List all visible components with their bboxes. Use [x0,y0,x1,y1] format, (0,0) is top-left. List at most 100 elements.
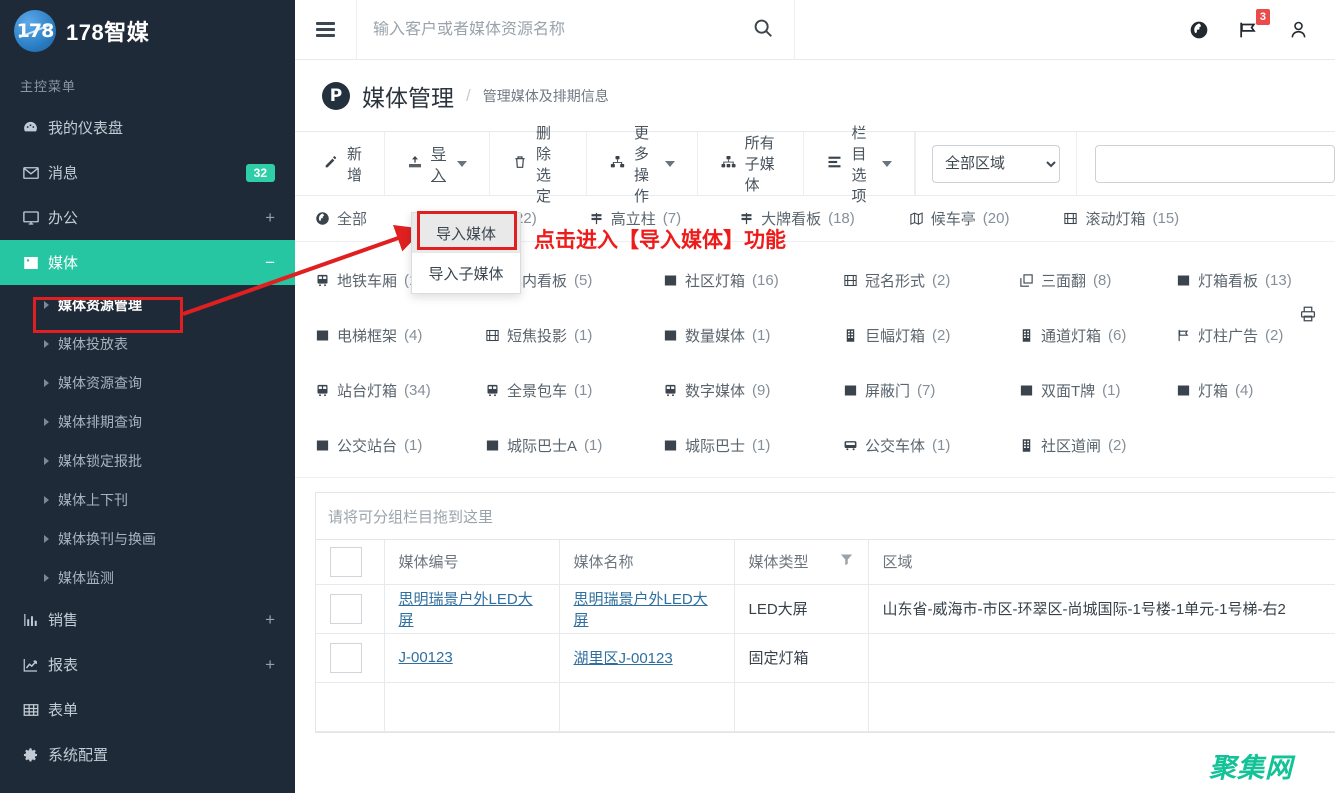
menu-toggle-button[interactable] [295,0,357,60]
brand[interactable]: 178 178智媒 [0,0,295,62]
sidebar-item-media-resource-management[interactable]: 媒体资源管理 [0,285,295,324]
region-select[interactable]: 全部区域 [932,145,1060,183]
row-select-cell[interactable] [316,633,384,682]
category-label: 候车亭 [931,208,976,229]
column-options-button[interactable]: 栏目选项 [804,132,915,195]
category-tab-digital-media[interactable]: 数字媒体 (9) [663,380,843,401]
expand-toggle[interactable]: + [265,656,275,673]
expand-toggle[interactable]: + [265,611,275,628]
sidebar-item-media[interactable]: 媒体 − [0,240,295,285]
annotation-text: 点击进入【导入媒体】功能 [534,224,786,254]
category-tab-naming-form[interactable]: 冠名形式 (2) [843,270,1019,291]
toolbar-search-input[interactable] [1095,145,1335,183]
category-tab-bus-shelter[interactable]: 候车亭 (20) [909,208,1010,229]
main-content: 3 P 媒体管理 / 管理媒体及排期信息 新增 [295,0,1335,793]
more-actions-button[interactable]: 更多操作 [587,132,698,195]
table-row[interactable] [316,682,1335,731]
category-label: 站台灯箱 [337,380,397,401]
train-icon [315,383,330,398]
user-icon[interactable] [1288,19,1309,40]
category-tab-double-sided-t-board[interactable]: 双面T牌 (1) [1019,380,1176,401]
category-tab-lamp-post-ad[interactable]: 灯柱广告 (2) [1176,325,1283,346]
category-label: 灯箱 [1198,380,1228,401]
sidebar-item-media-publish[interactable]: 媒体上下刊 [0,480,295,519]
sidebar-item-media-schedule-table[interactable]: 媒体投放表 [0,324,295,363]
category-tab-elevator-frame[interactable]: 电梯框架 (4) [315,325,485,346]
all-sub-media-button[interactable]: 所有子媒体 [698,132,805,195]
bar-chart-icon [22,611,48,629]
header-media-code[interactable]: 媒体编号 [384,540,559,584]
media-code-link[interactable]: 思明瑞景户外LED大屏 [399,591,533,629]
category-tab-short-throw-projection[interactable]: 短焦投影 (1) [485,325,663,346]
sidebar-item-label: 消息 [48,162,246,183]
table-row[interactable]: 思明瑞景户外LED大屏 思明瑞景户外LED大屏 LED大屏 山东省-威海市-市区… [316,584,1335,633]
triangle-icon [44,535,49,543]
category-tab-community-lightbox[interactable]: 社区灯箱 (16) [663,270,843,291]
header-region[interactable]: 区域 [868,540,1335,584]
category-count: (34) [404,382,431,399]
search-input[interactable] [373,21,748,39]
category-tab-corridor-lightbox[interactable]: 通道灯箱 (6) [1019,325,1176,346]
category-count: (18) [828,210,855,227]
select-all-checkbox[interactable] [330,547,362,577]
category-tab-giant-lightbox[interactable]: 巨幅灯箱 (2) [843,325,1019,346]
category-tab-bus-body[interactable]: 公交车体 (1) [843,435,1019,456]
collapse-toggle[interactable]: − [265,254,275,271]
group-drag-area[interactable]: 请将可分组栏目拖到这里 [316,493,1335,540]
category-tab-platform-lightbox[interactable]: 站台灯箱 (34) [315,380,485,401]
delete-selected-button[interactable]: 删除选定 [490,132,587,195]
category-tab-three-sided[interactable]: 三面翻 (8) [1019,270,1176,291]
category-tab-community-gate[interactable]: 社区道闸 (2) [1019,435,1126,456]
dropdown-item-import-media[interactable]: 导入媒体 [412,213,520,253]
category-tab-scrolling-lightbox[interactable]: 滚动灯箱 (15) [1063,208,1179,229]
media-name-link[interactable]: 思明瑞景户外LED大屏 [574,591,708,629]
sidebar-item-media-monitor[interactable]: 媒体监测 [0,558,295,597]
sidebar-item-dashboard[interactable]: 我的仪表盘 [0,105,295,150]
category-label: 公交站台 [337,435,397,456]
row-checkbox[interactable] [330,643,362,673]
sidebar-item-office[interactable]: 办公 + [0,195,295,240]
category-label: 社区灯箱 [685,270,745,291]
new-button[interactable]: 新增 [301,132,385,195]
media-name-link[interactable]: 湖里区J-00123 [574,650,673,667]
row-checkbox[interactable] [330,594,362,624]
monitor-icon [22,209,48,227]
toolbar: 新增 导入 删除选定 [295,132,1335,196]
sidebar-item-reports[interactable]: 报表 + [0,642,295,687]
sidebar-item-media-schedule-query[interactable]: 媒体排期查询 [0,402,295,441]
category-label: 灯箱看板 [1198,270,1258,291]
table-row[interactable]: J-00123 湖里区J-00123 固定灯箱 [316,633,1335,682]
filter-icon[interactable] [839,552,854,571]
category-tab-lightbox-board[interactable]: 灯箱看板 (13) [1176,270,1292,291]
print-icon[interactable] [1299,305,1317,328]
category-tab-all[interactable]: 全部 [315,208,367,229]
category-tab-lightbox[interactable]: 灯箱 (4) [1176,380,1253,401]
media-code-link[interactable]: J-00123 [399,649,453,666]
header-media-name[interactable]: 媒体名称 [559,540,734,584]
import-button[interactable]: 导入 [385,132,490,195]
sidebar-item-sales[interactable]: 销售 + [0,597,295,642]
category-tab-intercity-bus-a[interactable]: 城际巴士A (1) [485,435,663,456]
sidebar-item-system-config[interactable]: 系统配置 [0,732,295,777]
search-button[interactable] [748,17,778,42]
sidebar-item-label: 销售 [48,609,265,630]
sidebar-item-media-lock-approval[interactable]: 媒体锁定报批 [0,441,295,480]
sidebar-item-forms[interactable]: 表单 [0,687,295,732]
category-tab-bus-station[interactable]: 公交站台 (1) [315,435,485,456]
category-tab-quantity-media[interactable]: 数量媒体 (1) [663,325,843,346]
row-select-cell[interactable] [316,682,384,731]
globe-icon[interactable] [1189,20,1209,40]
region-select-wrap: 全部区域 [915,132,1076,195]
header-media-type[interactable]: 媒体类型 [734,540,868,584]
category-tab-panoramic-charter[interactable]: 全景包车 (1) [485,380,663,401]
sidebar-item-media-change[interactable]: 媒体换刊与换画 [0,519,295,558]
dropdown-item-import-sub-media[interactable]: 导入子媒体 [412,253,520,293]
sidebar-item-messages[interactable]: 消息 32 [0,150,295,195]
category-tab-screen-door[interactable]: 屏蔽门 (7) [843,380,1019,401]
flag-icon[interactable]: 3 [1237,19,1260,41]
sidebar-item-media-resource-query[interactable]: 媒体资源查询 [0,363,295,402]
category-tab-intercity-bus[interactable]: 城际巴士 (1) [663,435,843,456]
expand-toggle[interactable]: + [265,209,275,226]
row-select-cell[interactable] [316,584,384,633]
header-select-all[interactable] [316,540,384,584]
